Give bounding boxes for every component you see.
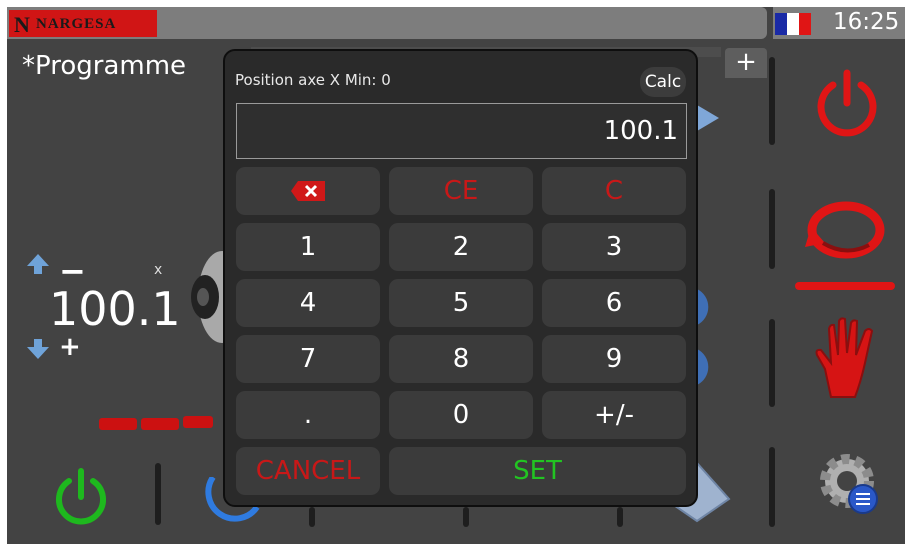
key-3[interactable]: 3 [542, 223, 686, 271]
set-button[interactable]: SET [389, 447, 686, 495]
increase-label[interactable]: + [59, 332, 81, 362]
power-on-icon[interactable] [53, 467, 109, 527]
divider [769, 57, 775, 145]
clock: 16:25 [833, 9, 900, 35]
divider [309, 507, 315, 527]
nargesa-logo: N NARGESA [9, 10, 157, 37]
key-9[interactable]: 9 [542, 335, 686, 383]
program-title: *Programme [22, 51, 187, 81]
stop-hand-icon[interactable] [811, 317, 885, 401]
backspace-icon [291, 181, 325, 201]
clear-entry-button[interactable]: CE [389, 167, 533, 215]
numeric-input-dialog: Position axe X Min: 0 Calc 100.1 CE C 1 … [223, 49, 698, 507]
clear-button[interactable]: C [542, 167, 686, 215]
key-1[interactable]: 1 [236, 223, 380, 271]
divider [155, 463, 161, 525]
active-mode-underline [795, 282, 895, 290]
divider [617, 507, 623, 527]
key-4[interactable]: 4 [236, 279, 380, 327]
reset-icon[interactable] [697, 345, 721, 389]
key-6[interactable]: 6 [542, 279, 686, 327]
key-2[interactable]: 2 [389, 223, 533, 271]
arrow-up-icon[interactable] [25, 252, 51, 276]
divider [463, 507, 469, 527]
settings-gear-icon[interactable] [813, 447, 885, 519]
power-icon[interactable] [813, 67, 881, 139]
france-flag-icon[interactable] [775, 13, 811, 35]
key-0[interactable]: 0 [389, 391, 533, 439]
divider [769, 447, 775, 527]
dialog-title: Position axe X Min: 0 [235, 71, 391, 89]
arrow-down-icon[interactable] [25, 337, 51, 361]
machine-screen: N NARGESA 16:25 *Programme + − x 100.1 + [7, 7, 905, 544]
divider [769, 189, 775, 269]
next-arrow-icon[interactable] [697, 103, 721, 133]
calc-button[interactable]: Calc [640, 67, 686, 97]
cancel-button[interactable]: CANCEL [236, 447, 380, 495]
value-display[interactable]: 100.1 [236, 103, 687, 159]
key-8[interactable]: 8 [389, 335, 533, 383]
decimal-point-key[interactable]: . [236, 391, 380, 439]
backspace-button[interactable] [236, 167, 380, 215]
sign-toggle-key[interactable]: +/- [542, 391, 686, 439]
add-tab-button[interactable]: + [725, 48, 767, 78]
key-7[interactable]: 7 [236, 335, 380, 383]
axis-label: x [154, 262, 163, 278]
top-bar: N NARGESA 16:25 [7, 7, 905, 41]
axis-position-value[interactable]: 100.1 [49, 282, 181, 336]
key-5[interactable]: 5 [389, 279, 533, 327]
info-icon[interactable] [697, 285, 721, 329]
cycle-icon[interactable] [803, 197, 889, 263]
divider [769, 319, 775, 407]
